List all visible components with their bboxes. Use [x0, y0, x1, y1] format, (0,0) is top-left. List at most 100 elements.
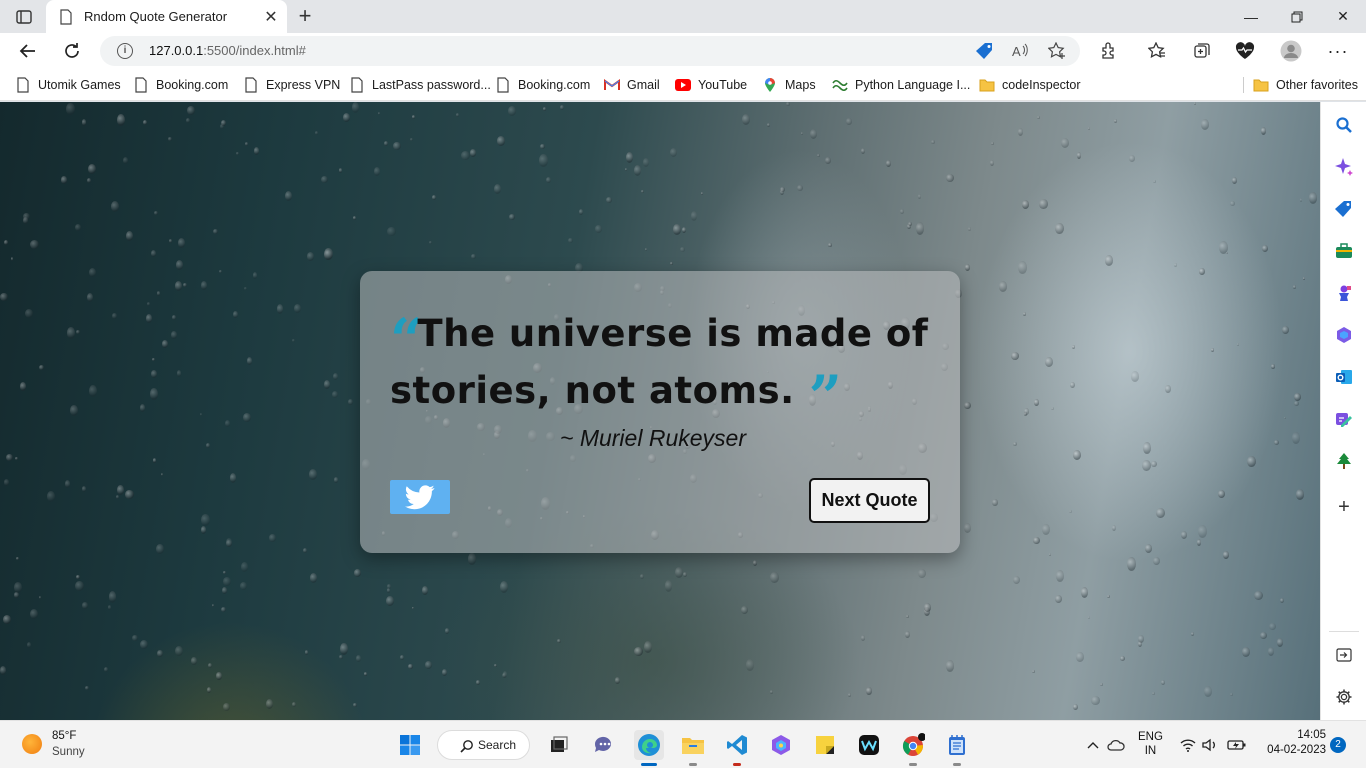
raindrop — [39, 365, 45, 371]
raindrop — [1022, 200, 1030, 209]
profile-avatar[interactable] — [1280, 40, 1302, 62]
sticky-notes-button[interactable] — [810, 730, 840, 760]
notification-count-badge[interactable]: 2 — [1330, 737, 1346, 753]
discover-sparkle-icon[interactable] — [1333, 156, 1355, 178]
back-button[interactable] — [13, 37, 43, 65]
settings-gear-icon[interactable] — [1333, 686, 1355, 708]
more-options-icon[interactable]: ··· — [1327, 40, 1349, 62]
raindrop — [641, 190, 644, 194]
raindrop — [171, 331, 177, 339]
raindrop — [1223, 551, 1229, 559]
raindrop — [1076, 652, 1084, 663]
volume-button[interactable] — [1198, 730, 1222, 760]
clock[interactable]: 14:05 04-02-2023 — [1258, 729, 1326, 756]
favorite-item[interactable]: Booking.com — [133, 76, 228, 94]
raindrop — [625, 168, 628, 172]
games-icon[interactable] — [1333, 282, 1355, 304]
shopping-tag-icon[interactable] — [1333, 198, 1355, 220]
other-favorites-label: Other favorites — [1276, 78, 1358, 92]
tweet-button[interactable] — [390, 480, 450, 514]
favorite-item[interactable]: YouTube — [675, 76, 747, 94]
file-explorer-button[interactable] — [678, 730, 708, 766]
raindrop — [364, 672, 368, 676]
favorite-item[interactable]: Utomik Games — [15, 76, 121, 94]
site-info-icon[interactable]: i — [117, 43, 133, 59]
task-view-button[interactable] — [544, 730, 574, 760]
restore-button[interactable] — [1274, 0, 1320, 33]
battery-charging-icon — [1227, 740, 1246, 750]
vscode-button[interactable] — [722, 730, 752, 766]
hide-sidebar-icon[interactable] — [1333, 644, 1355, 666]
weather-temperature[interactable]: 85°F — [52, 730, 76, 742]
raindrop — [1242, 647, 1250, 657]
raindrop — [208, 663, 213, 669]
browser-essentials-icon[interactable] — [1234, 40, 1256, 62]
drop-editor-icon[interactable] — [1333, 408, 1355, 430]
favorite-item[interactable]: LastPass password... — [349, 76, 491, 94]
close-window-button[interactable]: ✕ — [1320, 0, 1366, 33]
coupon-tag-icon[interactable] — [975, 42, 995, 60]
favorite-item[interactable]: Booking.com — [495, 76, 590, 94]
webex-button[interactable] — [854, 730, 884, 760]
favorite-item[interactable]: Express VPN — [243, 76, 340, 94]
raindrop — [212, 604, 215, 608]
read-aloud-icon[interactable]: A — [1011, 42, 1031, 60]
search-icon[interactable] — [1333, 114, 1355, 136]
close-tab-icon[interactable]: ✕ — [261, 7, 281, 27]
language-indicator[interactable]: ENG IN — [1138, 731, 1163, 757]
raindrop — [85, 686, 90, 691]
raindrop — [1112, 525, 1117, 532]
microsoft-365-icon[interactable] — [1333, 324, 1355, 346]
other-favorites-folder[interactable]: Other favorites — [1253, 76, 1358, 94]
teams-chat-button[interactable] — [589, 730, 619, 760]
raindrop — [1081, 587, 1089, 598]
new-tab-button[interactable]: + — [292, 5, 318, 29]
address-bar[interactable]: i 127.0.0.1:5500/index.html# A — [100, 36, 1080, 66]
edge-taskbar-button[interactable] — [634, 730, 664, 766]
favorite-item[interactable]: Python Language I... — [832, 76, 970, 94]
sun-weather-icon[interactable] — [22, 734, 42, 754]
raindrop — [15, 457, 18, 461]
battery-button[interactable] — [1224, 730, 1250, 760]
notepad-button[interactable] — [942, 730, 972, 766]
next-quote-button[interactable]: Next Quote — [809, 478, 930, 523]
raindrop — [236, 152, 239, 156]
favorite-item[interactable]: Gmail — [604, 76, 660, 94]
tree-icon[interactable] — [1333, 450, 1355, 472]
raindrop — [502, 673, 506, 679]
add-favorite-icon[interactable] — [1047, 42, 1067, 60]
onedrive-button[interactable] — [1104, 730, 1128, 760]
add-sidebar-app-icon[interactable]: + — [1333, 496, 1355, 518]
weather-description[interactable]: Sunny — [52, 746, 85, 758]
raindrop — [387, 588, 391, 593]
raindrop — [324, 380, 330, 389]
extensions-icon[interactable] — [1098, 40, 1120, 62]
tab-active[interactable]: Rndom Quote Generator ✕ — [46, 0, 287, 33]
network-button[interactable] — [1176, 730, 1200, 760]
chrome-button[interactable] — [898, 730, 928, 766]
tab-actions-button[interactable] — [10, 6, 38, 28]
collections-icon[interactable] — [1191, 40, 1213, 62]
favorites-icon[interactable] — [1146, 40, 1168, 62]
refresh-button[interactable] — [57, 37, 87, 65]
raindrop — [1226, 252, 1229, 255]
taskbar-search[interactable]: Search — [437, 730, 530, 760]
favorite-folder[interactable]: codeInspector — [979, 76, 1081, 94]
raindrop — [1156, 508, 1165, 519]
outlook-icon[interactable] — [1333, 366, 1355, 388]
raindrop — [1198, 525, 1207, 538]
minimize-button[interactable]: — — [1228, 0, 1274, 33]
raindrop — [244, 287, 247, 290]
favorite-item[interactable]: Maps — [762, 76, 816, 94]
show-hidden-icons-button[interactable] — [1081, 730, 1105, 760]
url-text[interactable]: 127.0.0.1:5500/index.html# — [149, 43, 306, 58]
raindrop — [767, 123, 771, 128]
raindrop — [964, 523, 971, 534]
copilot-app-button[interactable] — [766, 730, 796, 760]
raindrop — [1033, 537, 1040, 545]
raindrop — [645, 248, 648, 252]
tools-briefcase-icon[interactable] — [1333, 240, 1355, 262]
start-button[interactable] — [395, 730, 425, 760]
raindrop — [233, 311, 238, 319]
raindrop — [1165, 385, 1171, 393]
